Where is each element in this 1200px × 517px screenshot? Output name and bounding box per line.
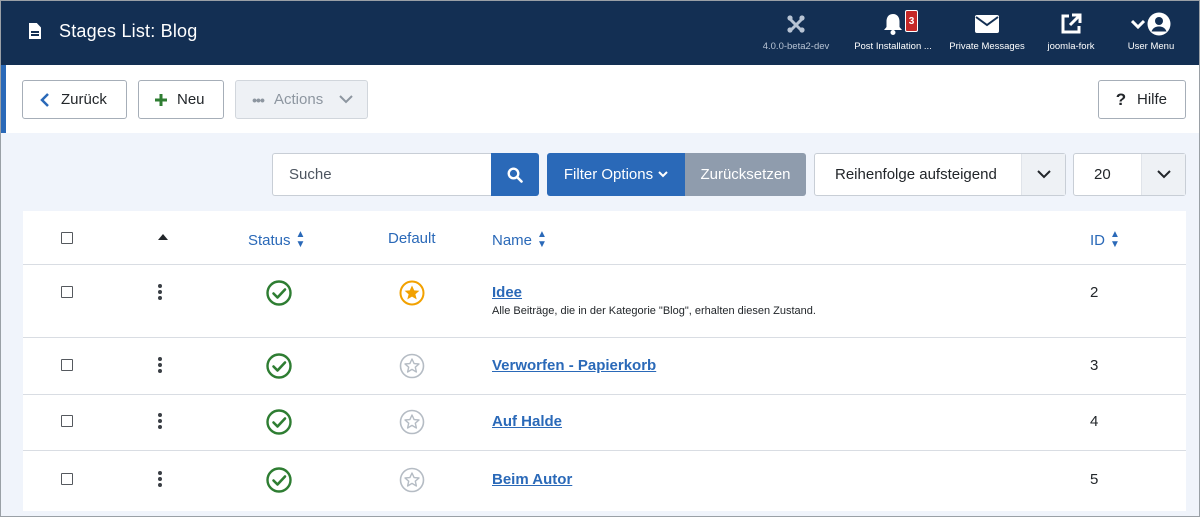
- user-icon: [1147, 12, 1171, 36]
- help-button[interactable]: ? Hilfe: [1098, 80, 1186, 119]
- stage-id: 3: [1090, 357, 1099, 374]
- private-messages-label: Private Messages: [949, 41, 1025, 52]
- app-frame: Stages List: Blog 4.0.0-beta2-dev 3 Post…: [0, 0, 1200, 517]
- reset-button[interactable]: Zurücksetzen: [685, 153, 806, 196]
- table-row: Auf Halde 4: [23, 395, 1186, 451]
- plus-icon: [151, 93, 171, 107]
- row-checkbox[interactable]: [61, 473, 73, 485]
- not-default-star-icon[interactable]: [399, 353, 425, 379]
- back-button[interactable]: Zurück: [22, 80, 127, 119]
- chevron-down-icon: [1131, 19, 1145, 29]
- name-header-label: Name: [492, 231, 533, 249]
- bell-icon: [884, 14, 902, 35]
- ordering-selected: Reihenfolge aufsteigend: [835, 166, 997, 183]
- view-site-button[interactable]: joomla-fork: [1041, 11, 1101, 52]
- published-check-icon[interactable]: [266, 467, 292, 493]
- back-label: Zurück: [61, 91, 107, 108]
- chevron-left-icon: [35, 92, 55, 107]
- post-installation-button[interactable]: 3 Post Installation ...: [853, 10, 933, 52]
- version-label: 4.0.0-beta2-dev: [762, 41, 830, 52]
- column-header-id[interactable]: ID ▲ ▼: [1090, 230, 1120, 250]
- notification-count-badge: 3: [905, 10, 918, 32]
- row-checkbox[interactable]: [61, 359, 73, 371]
- post-installation-label: Post Installation ...: [854, 41, 932, 52]
- file-icon: [29, 23, 41, 39]
- stage-name-link[interactable]: Auf Halde: [492, 413, 562, 430]
- stage-id: 5: [1090, 471, 1099, 488]
- new-button[interactable]: Neu: [138, 80, 224, 119]
- table-header: Status ▲ ▼ Default Name ▲ ▼ ID ▲ ▼: [23, 211, 1186, 265]
- select-all-checkbox[interactable]: [61, 232, 73, 244]
- chevron-down-icon: [1021, 154, 1065, 195]
- chevron-down-icon: [339, 95, 353, 104]
- stages-table: Status ▲ ▼ Default Name ▲ ▼ ID ▲ ▼ Idee Alle…: [23, 211, 1186, 511]
- question-icon: ?: [1115, 89, 1127, 109]
- new-label: Neu: [177, 91, 205, 108]
- ordering-select[interactable]: Reihenfolge aufsteigend: [814, 153, 1066, 196]
- table-row: Verworfen - Papierkorb 3: [23, 338, 1186, 395]
- actions-label: Actions: [274, 91, 324, 108]
- stage-name-link[interactable]: Verworfen - Papierkorb: [492, 357, 656, 374]
- sort-icon: ▲ ▼: [537, 229, 547, 250]
- filter-options-label: Filter Options: [563, 166, 654, 183]
- site-label: joomla-fork: [1047, 41, 1095, 52]
- drag-handle-icon[interactable]: [158, 413, 162, 429]
- external-link-icon: [1061, 13, 1082, 34]
- column-header-name[interactable]: Name ▲ ▼: [492, 230, 547, 250]
- default-header-label: Default: [388, 230, 436, 247]
- status-header-label: Status: [248, 231, 291, 249]
- reset-label: Zurücksetzen: [700, 166, 791, 183]
- actions-dropdown[interactable]: ••• Actions: [235, 80, 368, 119]
- column-header-default: Default: [388, 230, 436, 247]
- limit-selected: 20: [1094, 166, 1111, 183]
- joomla-logo-icon: [787, 15, 805, 33]
- drag-handle-icon[interactable]: [158, 471, 162, 487]
- joomla-version[interactable]: 4.0.0-beta2-dev: [761, 11, 831, 52]
- search-input[interactable]: Suche: [272, 153, 492, 196]
- not-default-star-icon[interactable]: [399, 409, 425, 435]
- list-limit-select[interactable]: 20: [1073, 153, 1186, 196]
- ellipsis-icon: •••: [252, 91, 265, 108]
- drag-handle-icon[interactable]: [158, 284, 162, 300]
- filter-options-button[interactable]: Filter Options: [547, 153, 685, 196]
- search-icon: [507, 166, 523, 183]
- stage-id: 2: [1090, 284, 1099, 301]
- envelope-icon: [975, 15, 999, 33]
- caret-down-icon: [658, 171, 668, 178]
- table-row: Idee Alle Beiträge, die in der Kategorie …: [23, 265, 1186, 338]
- stage-id: 4: [1090, 413, 1099, 430]
- top-header: Stages List: Blog 4.0.0-beta2-dev 3 Post…: [1, 1, 1199, 65]
- sort-icon: ▲ ▼: [1110, 229, 1120, 250]
- user-menu-label: User Menu: [1127, 41, 1175, 52]
- not-default-star-icon[interactable]: [399, 467, 425, 493]
- search-button[interactable]: [491, 153, 539, 196]
- toolbar: Zurück Neu ••• Actions ? Hilfe: [1, 65, 1199, 133]
- drag-handle-icon[interactable]: [158, 357, 162, 373]
- sort-icon: ▲ ▼: [295, 229, 306, 250]
- stage-name-link[interactable]: Idee: [492, 284, 522, 301]
- column-header-status[interactable]: Status ▲ ▼: [248, 230, 305, 250]
- row-checkbox[interactable]: [61, 286, 73, 298]
- table-row: Beim Autor 5: [23, 451, 1186, 511]
- row-checkbox[interactable]: [61, 415, 73, 427]
- help-label: Hilfe: [1137, 91, 1168, 108]
- search-placeholder: Suche: [289, 166, 332, 183]
- stage-name-link[interactable]: Beim Autor: [492, 471, 572, 488]
- published-check-icon[interactable]: [266, 409, 292, 435]
- published-check-icon[interactable]: [266, 280, 292, 306]
- stage-description: Alle Beiträge, die in der Kategorie "Blo…: [492, 305, 816, 317]
- private-messages-button[interactable]: Private Messages: [947, 11, 1027, 52]
- chevron-down-icon: [1141, 154, 1185, 195]
- user-menu-button[interactable]: User Menu: [1119, 11, 1183, 52]
- id-header-label: ID: [1090, 231, 1105, 249]
- published-check-icon[interactable]: [266, 353, 292, 379]
- ordering-sort-icon[interactable]: [158, 234, 168, 240]
- page-title: Stages List: Blog: [59, 21, 198, 41]
- default-star-icon[interactable]: [399, 280, 425, 306]
